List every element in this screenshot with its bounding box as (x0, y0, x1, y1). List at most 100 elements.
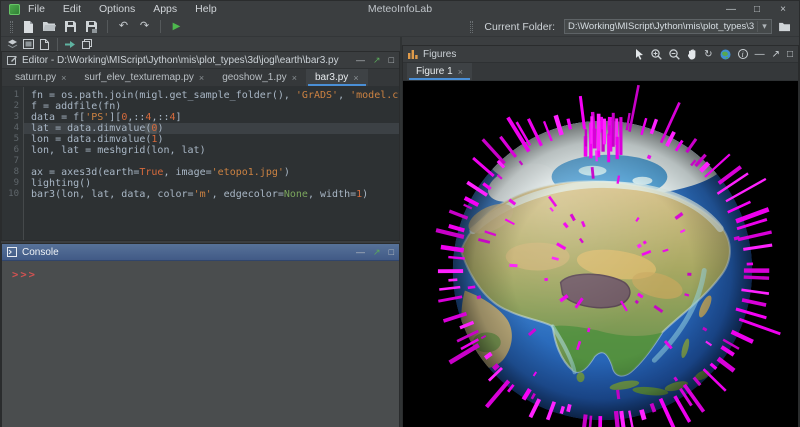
browse-folder-button[interactable] (776, 19, 793, 35)
tab-label: surf_elev_texturemap.py (84, 72, 194, 83)
window-icon (82, 39, 92, 49)
menu-edit[interactable]: Edit (63, 3, 81, 15)
identify-info-icon[interactable]: i (738, 49, 748, 59)
editor-panel-controls: — ↗ □ (356, 55, 394, 66)
code-line[interactable] (24, 156, 399, 167)
close-tab-icon[interactable]: × (292, 73, 297, 83)
tab-bar3[interactable]: bar3.py× (306, 69, 368, 86)
minimize-panel-icon[interactable]: — (356, 55, 365, 65)
figures-panel: Figures ↻ i — ↗ □ Figure (402, 45, 799, 427)
maximize-button[interactable]: □ (751, 4, 763, 15)
float-panel-button[interactable] (80, 39, 93, 50)
menu-bar: File Edit Options Apps Help (28, 3, 217, 15)
zoom-out-icon[interactable] (669, 49, 680, 60)
code-line[interactable]: lighting() (24, 178, 399, 189)
toolbar-separator (160, 20, 161, 33)
rotate-icon[interactable]: ↻ (704, 49, 712, 60)
minimize-button[interactable]: — (725, 4, 737, 15)
save-button[interactable] (62, 19, 79, 35)
globe-3d-plot (403, 81, 798, 427)
code-text[interactable]: fn = os.path.join(migl.get_sample_folder… (24, 87, 399, 240)
float-panel-icon[interactable]: ↗ (373, 55, 381, 66)
current-folder-label: Current Folder: (484, 21, 555, 33)
toolbar-grip[interactable] (10, 21, 13, 33)
code-line[interactable]: f = addfile(fn) (24, 101, 399, 112)
code-line[interactable]: lon, lat = meshgrid(lon, lat) (24, 145, 399, 156)
terminal-icon (7, 247, 17, 257)
undo-icon: ↶ (119, 21, 128, 32)
document-view-button[interactable] (38, 39, 51, 50)
current-folder-input[interactable] (565, 21, 757, 32)
figures-header: Figures ↻ i — ↗ □ (403, 46, 798, 63)
menu-file[interactable]: File (28, 3, 45, 15)
right-column: Figures ↻ i — ↗ □ Figure (402, 37, 799, 427)
code-line[interactable]: bar3(lon, lat, data, color='m', edgecolo… (24, 189, 399, 200)
figures-title: Figures (423, 49, 456, 60)
console-header: Console — ↗ □ (2, 244, 399, 261)
editor-panel: Editor - D:\Working\MIScript\Jython\mis\… (1, 51, 400, 241)
layers-icon (7, 39, 18, 49)
console-output[interactable]: >>> (2, 261, 399, 427)
float-panel-icon[interactable]: ↗ (772, 49, 780, 60)
select-cursor-icon[interactable] (635, 49, 644, 60)
code-line[interactable]: ax = axes3d(earth=True, image='etopo1.jp… (24, 167, 399, 178)
figure-canvas[interactable] (403, 81, 798, 427)
window-controls: — □ × (725, 4, 795, 15)
close-tab-icon[interactable]: × (61, 73, 66, 83)
code-line[interactable]: fn = os.path.join(migl.get_sample_folder… (24, 90, 399, 101)
image-frame-icon (23, 39, 34, 49)
save-as-button[interactable] (83, 19, 100, 35)
close-tab-icon[interactable]: × (353, 73, 358, 83)
line-number-gutter: 12345678910 (2, 87, 24, 240)
tab-label: saturn.py (15, 72, 56, 83)
console-title: Console (22, 247, 59, 258)
pin-panel-button[interactable] (64, 39, 77, 50)
figures-icon (408, 49, 418, 59)
undo-button[interactable]: ↶ (115, 19, 132, 35)
minimize-panel-icon[interactable]: — (356, 247, 365, 257)
menu-help[interactable]: Help (195, 3, 217, 15)
app-window: File Edit Options Apps Help MeteoInfoLab… (0, 0, 800, 427)
chevron-down-icon[interactable]: ▾ (757, 21, 771, 32)
editor-tabbar: saturn.py × surf_elev_texturemap.py × geos… (2, 69, 399, 87)
open-folder-icon (43, 21, 56, 32)
tab-figure-1[interactable]: Figure 1× (407, 63, 472, 80)
close-tab-icon[interactable]: × (458, 67, 463, 77)
tab-geoshow-1[interactable]: geoshow_1.py× (213, 69, 306, 86)
close-button[interactable]: × (777, 4, 789, 15)
edit-icon (7, 55, 17, 65)
code-editor[interactable]: 12345678910 fn = os.path.join(migl.get_s… (2, 87, 399, 240)
open-folder-button[interactable] (41, 19, 58, 35)
main-toolbar: ↶ ↷ ▶ Current Folder: ▾ (1, 17, 799, 37)
minimize-panel-icon[interactable]: — (755, 49, 765, 60)
folder-icon (779, 22, 791, 32)
code-line[interactable]: lon = data.dimvalue(1) (24, 134, 399, 145)
maximize-panel-icon[interactable]: □ (389, 55, 394, 65)
toolbar-grip[interactable] (470, 21, 473, 33)
console-prompt: >>> (12, 269, 37, 281)
close-tab-icon[interactable]: × (199, 73, 204, 83)
tab-saturn[interactable]: saturn.py × (6, 69, 75, 86)
figure-view-button[interactable] (22, 39, 35, 50)
globe-icon[interactable] (720, 49, 731, 60)
zoom-in-icon[interactable] (651, 49, 662, 60)
new-file-button[interactable] (20, 19, 37, 35)
maximize-panel-icon[interactable]: □ (787, 49, 793, 60)
code-line[interactable]: lat = data.dimvalue(0) (24, 123, 399, 134)
toolbar-separator (107, 20, 108, 33)
run-script-button[interactable]: ▶ (168, 19, 185, 35)
maximize-panel-icon[interactable]: □ (389, 247, 394, 257)
redo-icon: ↷ (140, 21, 149, 32)
layers-button[interactable] (6, 39, 19, 50)
redo-button[interactable]: ↷ (136, 19, 153, 35)
menu-apps[interactable]: Apps (153, 3, 177, 15)
current-folder-combobox[interactable]: ▾ (564, 19, 772, 34)
tab-surf-elev-texturemap[interactable]: surf_elev_texturemap.py × (75, 69, 213, 86)
figures-tabbar: Figure 1× (403, 63, 798, 81)
float-panel-icon[interactable]: ↗ (373, 247, 381, 258)
save-as-icon (86, 21, 97, 33)
console-panel-controls: — ↗ □ (356, 247, 394, 258)
pan-hand-icon[interactable] (687, 49, 697, 60)
menu-options[interactable]: Options (99, 3, 135, 15)
code-line[interactable]: data = f['PS'][0,::4,::4] (24, 112, 399, 123)
